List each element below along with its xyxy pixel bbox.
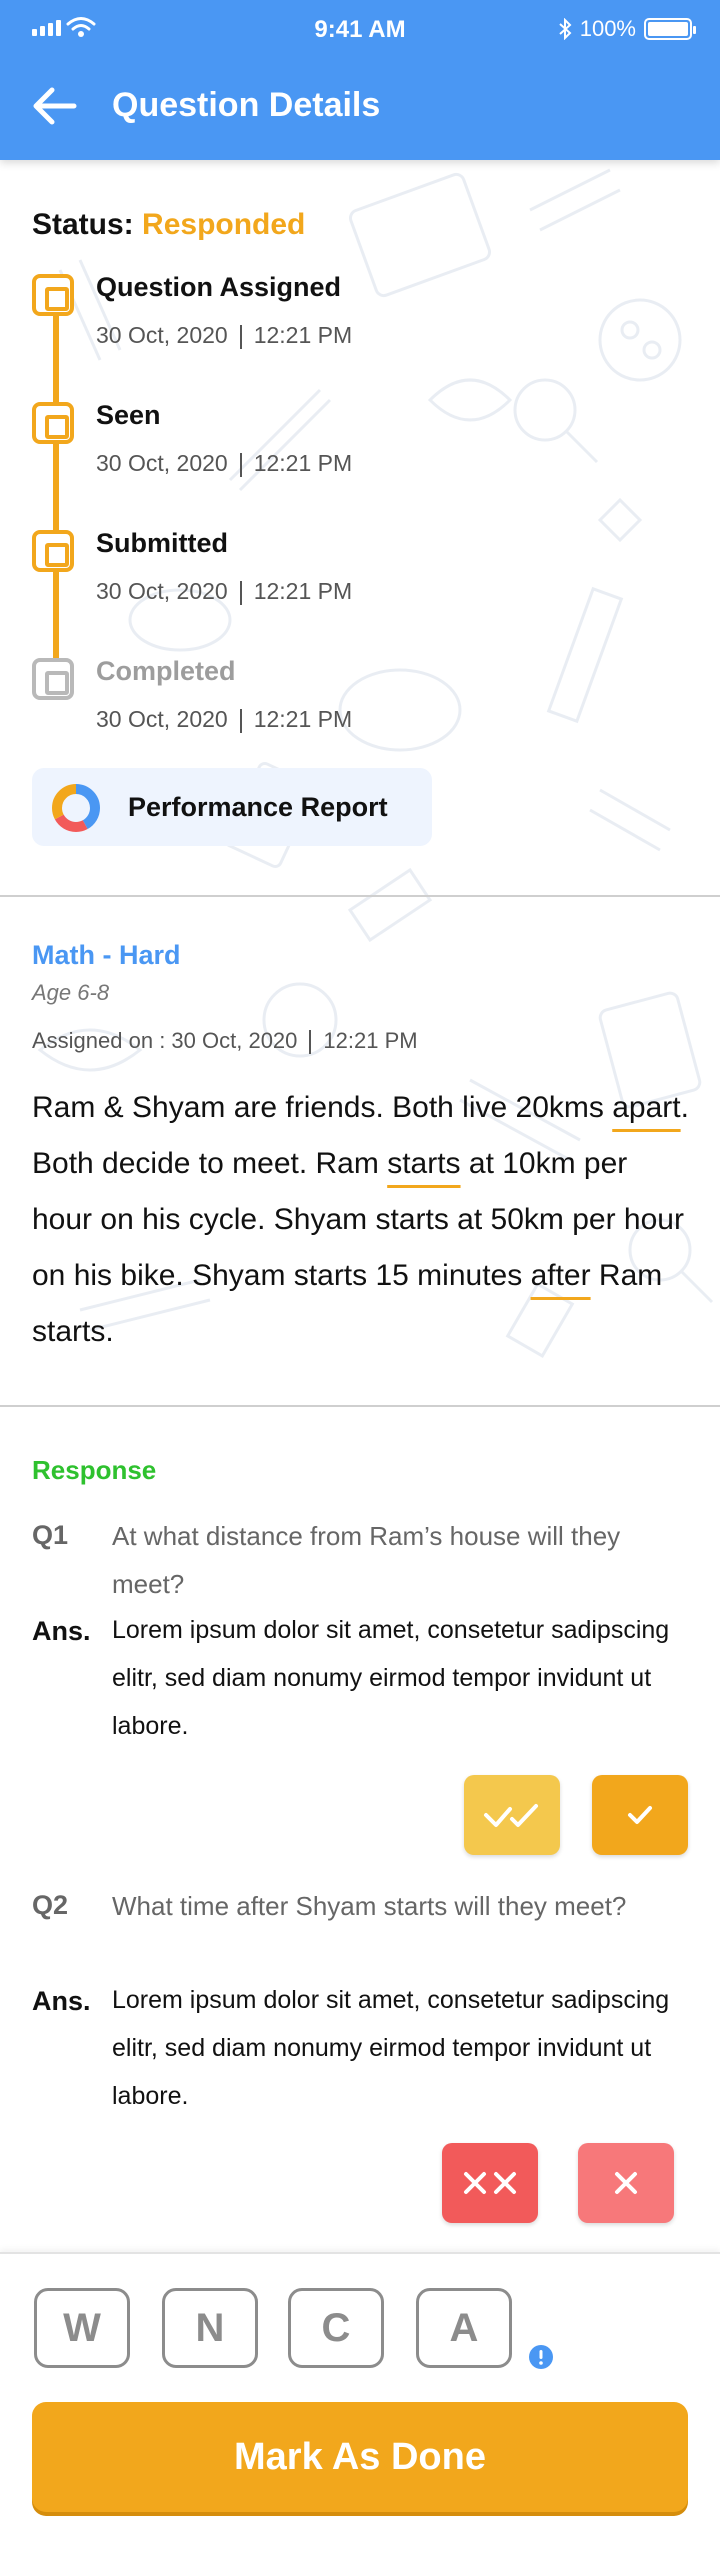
question-text: Ram & Shyam are friends. Both live 20kms… [32,1080,692,1360]
mark-correct-button[interactable] [592,1775,688,1855]
page-title: Question Details [112,86,381,124]
answer-text: Lorem ipsum dolor sit amet, consetetur s… [112,1616,670,1740]
timeline-connector [53,296,59,682]
question-text-part: Ram & Shyam are friends. Both live 20kms [32,1091,613,1124]
double-cross-icon [464,2172,516,2194]
question-prompt: What time after Shyam starts will they m… [112,1891,627,1921]
step-pending-icon [32,658,74,700]
grade-button-n[interactable]: N [162,2288,258,2368]
step-time: 12:21 PM [253,450,353,476]
step-date: 30 Oct, 2020 [96,706,228,732]
step-meta: 30 Oct, 2020 12:21 PM [96,706,352,733]
divider [0,895,720,897]
donut-chart-icon [52,784,100,832]
assigned-time: 12:21 PM [323,1028,418,1053]
step-time: 12:21 PM [253,706,353,732]
mark-wrong-button[interactable] [578,2143,674,2223]
status-value: Responded [142,208,306,241]
assigned-date: Assigned on : 30 Oct, 2020 [32,1028,298,1053]
step-title: Completed [96,656,236,686]
bottom-action-panel: W N C A Mark As Done [0,2252,720,2560]
mark-double-wrong-button[interactable] [442,2143,538,2223]
status-line: Status: Responded [32,208,305,242]
bluetooth-icon [559,18,572,40]
step-title: Submitted [96,528,228,558]
step-title: Seen [96,400,161,430]
step-title: Question Assigned [96,272,342,302]
battery-percent: 100% [579,16,636,41]
grade-button-a[interactable]: A [416,2288,512,2368]
info-icon[interactable] [528,2344,554,2370]
highlighted-word: apart [612,1091,681,1124]
check-icon [628,1806,652,1824]
mark-as-done-button[interactable]: Mark As Done [32,2402,688,2512]
battery-icon [644,18,696,40]
highlighted-word: after [530,1259,591,1292]
step-check-icon [32,274,74,316]
grade-button-w[interactable]: W [34,2288,130,2368]
step-date: 30 Oct, 2020 [96,578,228,604]
step-meta: 30 Oct, 2020 12:21 PM [96,578,352,605]
mark-double-correct-button[interactable] [464,1775,560,1855]
status-bar: 9:41 AM 100% [0,0,720,56]
arrow-left-icon[interactable] [30,84,78,128]
question-age: Age 6-8 [32,980,110,1005]
step-time: 12:21 PM [253,322,353,348]
question-prompt: At what distance from Ram’s house will t… [112,1521,621,1599]
answer-text: Lorem ipsum dolor sit amet, consetetur s… [112,1986,670,2110]
step-check-icon [32,530,74,572]
step-date: 30 Oct, 2020 [96,450,228,476]
top-app-bar: 9:41 AM 100% Question Details [0,0,720,160]
status-right: 100% [558,16,696,42]
cross-icon [615,2172,637,2194]
performance-report-button[interactable]: Performance Report [32,768,432,846]
grade-button-c[interactable]: C [288,2288,384,2368]
performance-report-label: Performance Report [128,792,388,822]
step-meta: 30 Oct, 2020 12:21 PM [96,322,352,349]
header: Question Details [0,80,720,132]
answer-label: Ans. [32,1616,91,1646]
step-time: 12:21 PM [253,578,353,604]
highlighted-word: starts [387,1147,461,1180]
response-item-q2: Q2 What time after Shyam starts will the… [32,1890,692,2130]
response-item-q1: Q1 At what distance from Ram’s house wil… [32,1520,692,1760]
step-date: 30 Oct, 2020 [96,322,228,348]
divider [0,1405,720,1407]
response-label: Response [32,1455,157,1485]
question-number: Q1 [32,1520,69,1550]
question-subject: Math - Hard [32,940,181,970]
step-meta: 30 Oct, 2020 12:21 PM [96,450,352,477]
step-check-icon [32,402,74,444]
status-label: Status: [32,208,134,241]
question-assigned: Assigned on : 30 Oct, 2020 12:21 PM [32,1028,418,1055]
double-check-icon [484,1804,538,1827]
answer-label: Ans. [32,1986,91,2016]
question-number: Q2 [32,1890,69,1920]
